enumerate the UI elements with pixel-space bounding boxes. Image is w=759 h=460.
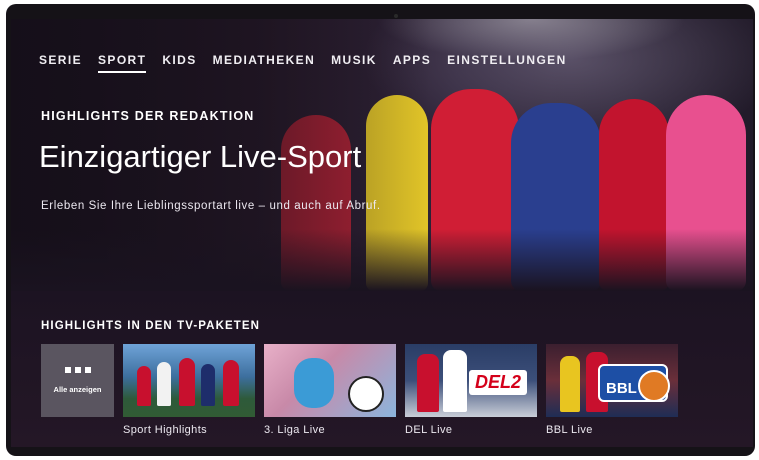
thumb-figure — [201, 364, 215, 406]
nav-item-serie[interactable]: SERIE — [39, 53, 82, 73]
tv-camera — [394, 14, 398, 18]
basketball-icon — [638, 370, 670, 402]
del-logo: DEL2 — [468, 370, 527, 395]
section-title: HIGHLIGHTS IN DEN TV-PAKETEN — [41, 320, 261, 332]
grid-dots-icon — [64, 367, 91, 373]
tv-screen: SERIE SPORT KIDS MEDIATHEKEN MUSIK APPS … — [11, 19, 753, 447]
nav-item-einstellungen[interactable]: EINSTELLUNGEN — [447, 53, 567, 73]
3-liga-logo — [348, 376, 384, 412]
tile-thumbnail — [123, 344, 255, 417]
thumb-figure — [223, 360, 239, 406]
nav-item-musik[interactable]: MUSIK — [331, 53, 377, 73]
tile-bbl-live[interactable]: BBL BBL Live — [546, 344, 678, 436]
tile-thumbnail: DEL2 — [405, 344, 537, 417]
hero-banner[interactable]: SERIE SPORT KIDS MEDIATHEKEN MUSIK APPS … — [11, 19, 753, 291]
tile-label: BBL Live — [546, 424, 593, 436]
tile-row: Alle anzeigen Sport Highlights 3. Liga L… — [41, 344, 687, 436]
thumb-figure — [417, 354, 439, 412]
tile-sport-highlights[interactable]: Sport Highlights — [123, 344, 255, 436]
bbl-logo: BBL — [598, 364, 670, 402]
hero-kicker: HIGHLIGHTS DER REDAKTION — [41, 109, 255, 123]
thumb-figure — [294, 358, 334, 408]
nav-item-kids[interactable]: KIDS — [162, 53, 196, 73]
thumb-figure — [179, 358, 195, 406]
tile-del-live[interactable]: DEL2 DEL Live — [405, 344, 537, 436]
hero-subline: Erleben Sie Ihre Lieblingssportart live … — [41, 200, 381, 212]
tile-thumbnail — [264, 344, 396, 417]
nav-item-mediatheken[interactable]: MEDIATHEKEN — [213, 53, 316, 73]
thumb-figure — [560, 356, 580, 412]
tile-3-liga-live[interactable]: 3. Liga Live — [264, 344, 396, 436]
show-all-label: Alle anzeigen — [53, 385, 102, 394]
tile-label: Sport Highlights — [123, 424, 208, 436]
thumb-figure — [137, 366, 151, 406]
hero-bottom-gradient — [11, 229, 753, 291]
tile-label: DEL Live — [405, 424, 453, 436]
tv-packages-section: HIGHLIGHTS IN DEN TV-PAKETEN Alle anzeig… — [11, 291, 753, 447]
tile-label: 3. Liga Live — [264, 424, 326, 436]
thumb-figure — [157, 362, 171, 406]
nav-item-sport[interactable]: SPORT — [98, 53, 147, 73]
tile-thumbnail: BBL — [546, 344, 678, 417]
top-navigation: SERIE SPORT KIDS MEDIATHEKEN MUSIK APPS … — [39, 53, 583, 73]
nav-item-apps[interactable]: APPS — [393, 53, 431, 73]
bbl-logo-text: BBL — [606, 380, 637, 397]
thumb-figure — [443, 350, 467, 412]
show-all-tile[interactable]: Alle anzeigen — [41, 344, 114, 436]
hero-headline: Einzigartiger Live-Sport — [39, 139, 362, 174]
